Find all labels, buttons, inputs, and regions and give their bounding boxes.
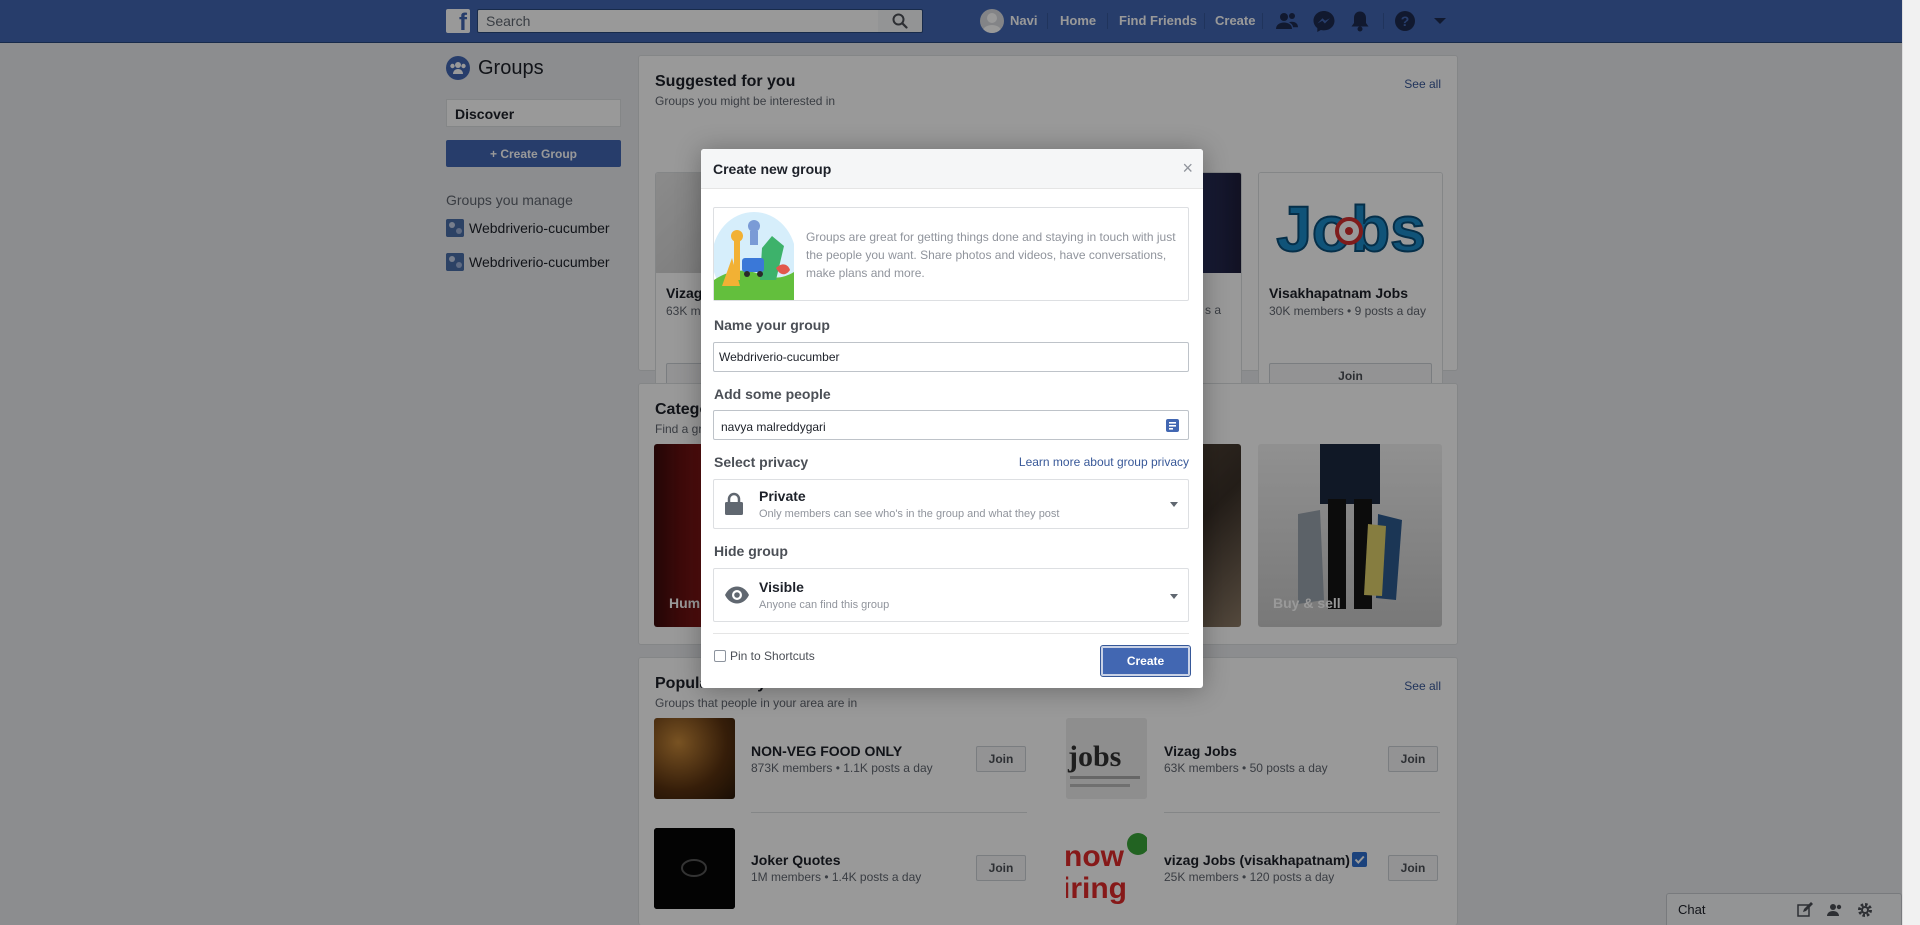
select-privacy-label: Select privacy — [714, 454, 809, 470]
name-group-label: Name your group — [714, 317, 830, 333]
chevron-down-icon — [1170, 502, 1178, 507]
page-scrollbar[interactable] — [1902, 0, 1920, 925]
dialog-footer-divider — [713, 633, 1189, 634]
dialog-title: Create new group — [713, 161, 832, 177]
privacy-title: Private — [759, 488, 806, 504]
group-illustration-icon — [714, 208, 794, 300]
privacy-description: Only members can see who's in the group … — [759, 508, 1060, 520]
pin-to-shortcuts-checkbox[interactable] — [714, 650, 726, 662]
chevron-down-icon — [1170, 594, 1178, 599]
learn-privacy-link[interactable]: Learn more about group privacy — [1019, 455, 1189, 469]
create-button[interactable]: Create — [1100, 645, 1191, 677]
visibility-title: Visible — [759, 579, 804, 595]
intro-text: Groups are great for getting things done… — [806, 230, 1176, 280]
add-people-label: Add some people — [714, 386, 831, 402]
close-icon[interactable]: × — [1182, 159, 1193, 177]
group-intro-box: Groups are great for getting things done… — [713, 207, 1189, 301]
added-person-token: navya malreddygari — [721, 420, 826, 434]
group-name-input[interactable] — [713, 342, 1189, 372]
create-group-dialog: Create new group × Groups are great for … — [701, 149, 1203, 688]
visibility-description: Anyone can find this group — [759, 599, 890, 611]
dialog-header: Create new group × — [701, 149, 1203, 189]
add-people-input[interactable]: navya malreddygari — [713, 410, 1189, 440]
contact-picker-icon[interactable] — [1165, 418, 1180, 433]
lock-icon — [725, 492, 743, 515]
hide-group-label: Hide group — [714, 543, 788, 559]
pin-to-shortcuts-label[interactable]: Pin to Shortcuts — [730, 649, 815, 663]
eye-icon — [725, 586, 749, 604]
visibility-select[interactable]: Visible Anyone can find this group — [713, 568, 1189, 622]
privacy-select[interactable]: Private Only members can see who's in th… — [713, 479, 1189, 529]
